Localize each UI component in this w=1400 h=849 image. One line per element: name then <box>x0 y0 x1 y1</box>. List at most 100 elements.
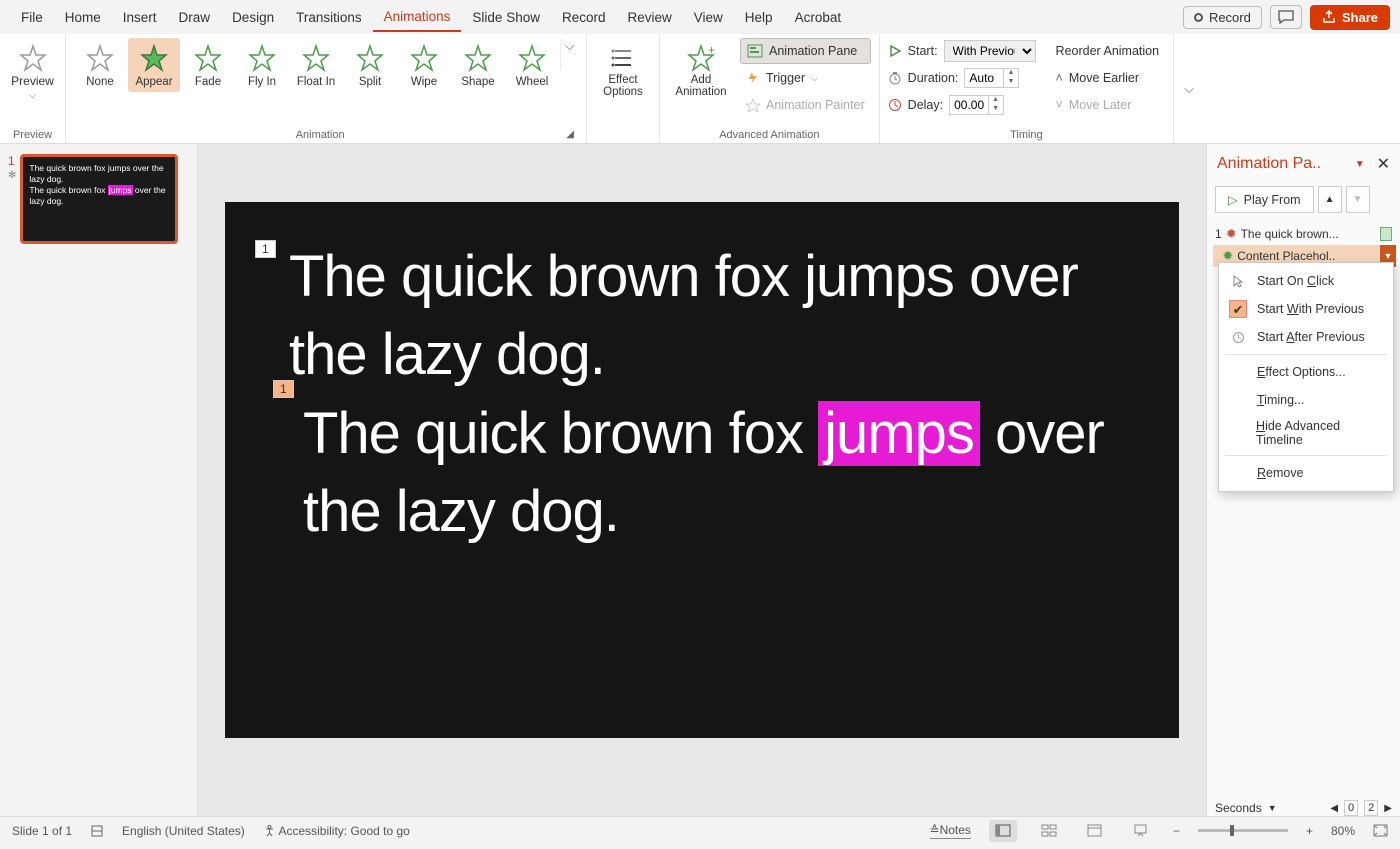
animation-none[interactable]: None <box>74 38 126 92</box>
tab-acrobat[interactable]: Acrobat <box>784 4 853 31</box>
animation-pane: Animation Pa.. ▼ ✕ ▷Play From ▲ ▼ 1 ✹ Th… <box>1206 144 1400 816</box>
zoom-slider[interactable] <box>1198 829 1288 832</box>
zoom-level[interactable]: 80% <box>1331 824 1355 838</box>
add-animation-icon: + <box>686 44 716 72</box>
group-preview-label: Preview <box>8 127 57 143</box>
effect-options-icon <box>609 44 637 72</box>
slide-line-2: The quick brown fox jumps over the lazy … <box>289 395 1139 552</box>
slide-canvas-area[interactable]: 1 1 The quick brown fox jumps over the l… <box>198 144 1206 816</box>
tab-insert[interactable]: Insert <box>112 4 168 31</box>
ribbon: Preview ⌵ Preview NoneAppearFadeFly InFl… <box>0 34 1400 144</box>
zoom-in[interactable]: + <box>1306 824 1313 838</box>
play-from-button[interactable]: ▷Play From <box>1215 186 1314 213</box>
ctx-remove[interactable]: Remove <box>1219 459 1393 487</box>
tab-review[interactable]: Review <box>617 4 683 31</box>
duration-input[interactable] <box>965 69 1003 87</box>
animation-item-1[interactable]: 1 ✹ The quick brown... <box>1213 223 1394 245</box>
tab-draw[interactable]: Draw <box>168 4 222 31</box>
status-bar: Slide 1 of 1 English (United States) Acc… <box>0 816 1400 844</box>
star-icon <box>516 42 548 74</box>
delay-up[interactable]: ▲ <box>989 96 1002 105</box>
view-reading[interactable] <box>1081 820 1109 842</box>
reorder-label: Reorder Animation <box>1050 38 1166 64</box>
ctx-start-on-click[interactable]: Start On Click <box>1219 267 1393 295</box>
animation-pane-dropdown[interactable]: ▼ <box>1355 159 1365 170</box>
thumb-animation-icon: ✻ <box>8 170 16 181</box>
move-down-button[interactable]: ▼ <box>1346 186 1370 213</box>
tab-home[interactable]: Home <box>54 4 112 31</box>
star-icon <box>354 42 386 74</box>
move-earlier-button[interactable]: ˄Move Earlier <box>1050 65 1166 91</box>
duration-icon <box>888 71 902 85</box>
trigger-button[interactable]: Trigger⌵ <box>740 65 871 91</box>
animation-pane-close[interactable]: ✕ <box>1377 154 1390 174</box>
animation-fade[interactable]: Fade <box>182 38 234 92</box>
animation-dialog-launcher[interactable]: ◢ <box>566 129 574 140</box>
status-accessibility[interactable]: Accessibility: Good to go <box>263 824 410 838</box>
painter-icon <box>746 98 760 112</box>
animation-tag-1[interactable]: 1 <box>255 240 276 258</box>
view-sorter[interactable] <box>1035 820 1063 842</box>
delay-down[interactable]: ▼ <box>989 105 1002 114</box>
move-up-button[interactable]: ▲ <box>1318 186 1342 213</box>
start-select[interactable]: With Previous <box>944 40 1036 62</box>
ctx-start-with-previous[interactable]: ✔Start With Previous <box>1219 295 1393 323</box>
animation-shape[interactable]: Shape <box>452 38 504 92</box>
animation-flyin[interactable]: Fly In <box>236 38 288 92</box>
record-icon <box>1194 13 1203 22</box>
slide-thumbnail-1[interactable]: The quick brown fox jumps over the lazy … <box>20 154 178 244</box>
duration-up[interactable]: ▲ <box>1004 69 1017 78</box>
slide[interactable]: 1 1 The quick brown fox jumps over the l… <box>225 202 1179 738</box>
tab-slideshow[interactable]: Slide Show <box>461 4 551 31</box>
slide-thumbnails: 1 ✻ The quick brown fox jumps over the l… <box>0 144 198 816</box>
ribbon-collapse[interactable]: ⌵ <box>1174 34 1204 143</box>
delay-input[interactable] <box>950 96 988 114</box>
animation-wipe[interactable]: Wipe <box>398 38 450 92</box>
view-normal[interactable] <box>989 820 1017 842</box>
record-button[interactable]: Record <box>1183 6 1262 29</box>
animation-pane-title: Animation Pa.. <box>1217 155 1351 173</box>
animation-floatin[interactable]: Float In <box>290 38 342 92</box>
tab-animations[interactable]: Animations <box>373 3 462 32</box>
animation-painter-button[interactable]: Animation Painter <box>740 92 871 118</box>
timeline-scroll-right[interactable]: ▶ <box>1384 803 1392 814</box>
effect-options-button[interactable]: Effect Options <box>595 38 651 104</box>
share-button[interactable]: Share <box>1310 5 1390 30</box>
preview-button[interactable]: Preview ⌵ <box>7 38 58 107</box>
tab-file[interactable]: File <box>10 4 54 31</box>
status-section-icon[interactable] <box>90 824 104 838</box>
timeline-scroll-left[interactable]: ◀ <box>1330 803 1338 814</box>
comments-button[interactable] <box>1270 5 1302 29</box>
animation-appear[interactable]: Appear <box>128 38 180 92</box>
tab-design[interactable]: Design <box>221 4 285 31</box>
ctx-effect-options[interactable]: Effect Options... <box>1219 358 1393 386</box>
status-slide: Slide 1 of 1 <box>12 824 72 838</box>
notes-button[interactable]: ≙Notes <box>930 823 971 839</box>
star-icon <box>462 42 494 74</box>
view-slideshow[interactable] <box>1127 820 1155 842</box>
status-language[interactable]: English (United States) <box>122 824 245 838</box>
appear-icon: ✹ <box>1226 226 1237 242</box>
animation-wheel[interactable]: Wheel <box>506 38 558 92</box>
star-icon <box>408 42 440 74</box>
tab-help[interactable]: Help <box>734 4 784 31</box>
slide-content[interactable]: The quick brown fox jumps over the lazy … <box>289 238 1139 551</box>
tab-view[interactable]: View <box>683 4 734 31</box>
slide-line-1: The quick brown fox jumps over the lazy … <box>289 238 1139 395</box>
ctx-hide-timeline[interactable]: Hide Advanced Timeline <box>1219 414 1393 452</box>
zoom-out[interactable]: − <box>1173 824 1180 838</box>
fit-window[interactable] <box>1373 824 1388 837</box>
tab-transitions[interactable]: Transitions <box>285 4 373 31</box>
clock-icon <box>1232 331 1245 344</box>
animation-split[interactable]: Split <box>344 38 396 92</box>
tab-record[interactable]: Record <box>551 4 617 31</box>
move-later-button[interactable]: ˅Move Later <box>1050 92 1166 118</box>
gallery-more[interactable]: ⌵ <box>560 38 578 70</box>
delay-icon <box>888 98 902 112</box>
ctx-timing[interactable]: Timing... <box>1219 386 1393 414</box>
animation-pane-button[interactable]: Animation Pane <box>740 38 871 64</box>
ctx-start-after-previous[interactable]: Start After Previous <box>1219 323 1393 351</box>
timeline-bar-1[interactable] <box>1380 227 1392 241</box>
add-animation-button[interactable]: + Add Animation <box>668 38 734 104</box>
duration-down[interactable]: ▼ <box>1004 78 1017 87</box>
